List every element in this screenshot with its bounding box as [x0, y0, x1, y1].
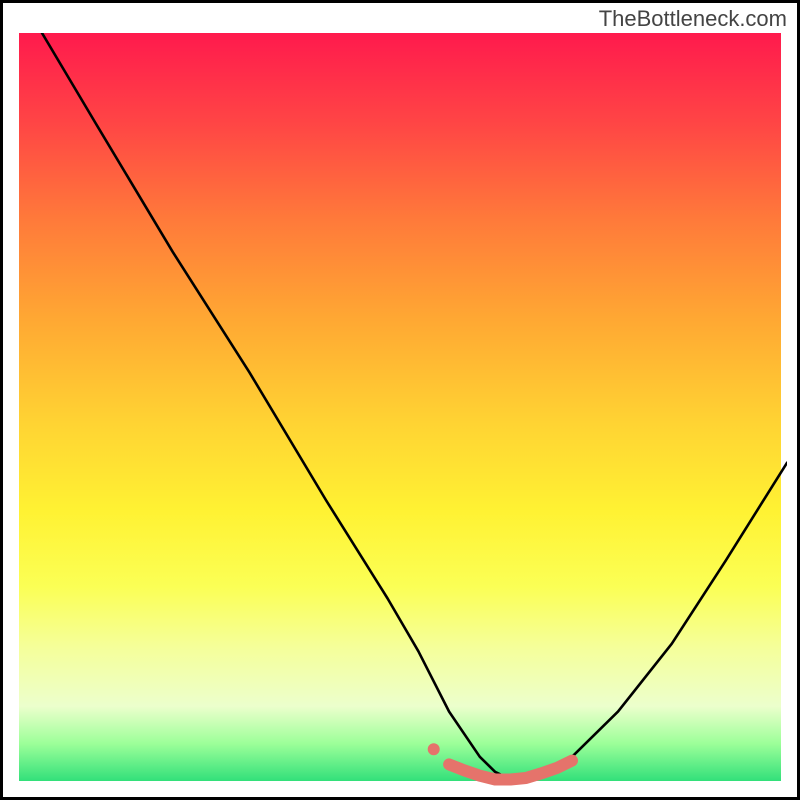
curve-layer: [19, 33, 787, 787]
bottleneck-curve: [42, 33, 787, 780]
chart-container: TheBottleneck.com: [0, 0, 800, 800]
watermark-link[interactable]: TheBottleneck.com: [599, 6, 787, 32]
optimal-marker: [428, 743, 572, 779]
